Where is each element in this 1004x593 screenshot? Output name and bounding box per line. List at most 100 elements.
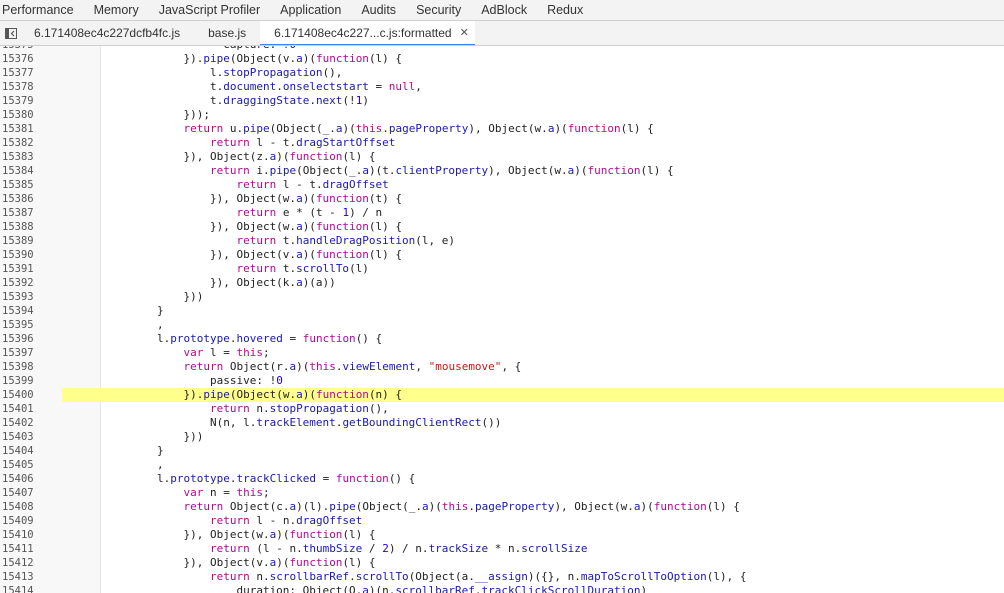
line-number[interactable]: 15405	[0, 458, 62, 472]
line-number[interactable]: 15398	[0, 360, 62, 374]
code-line[interactable]: 15404 }	[0, 444, 1004, 458]
panel-tab-application[interactable]: Application	[270, 0, 351, 20]
code-line[interactable]: 15391 return t.scrollTo(l)	[0, 262, 1004, 276]
code-line[interactable]: 15392 }), Object(k.a)(a))	[0, 276, 1004, 290]
line-number[interactable]: 15376	[0, 52, 62, 66]
code-line[interactable]: 15388 }), Object(w.a)(function(l) {	[0, 220, 1004, 234]
code-editor[interactable]: 15375 capture: !015376 }).pipe(Object(v.…	[0, 46, 1004, 593]
line-number[interactable]: 15397	[0, 346, 62, 360]
code-line[interactable]: 15382 return l - t.dragStartOffset	[0, 136, 1004, 150]
code-text: t.document.onselectstart = null,	[104, 80, 422, 93]
code-line[interactable]: 15397 var l = this;	[0, 346, 1004, 360]
code-line[interactable]: 15377 l.stopPropagation(),	[0, 66, 1004, 80]
file-tab[interactable]: 6.171408ec4c227...c.js:formatted ✕	[260, 21, 475, 45]
line-number[interactable]: 15388	[0, 220, 62, 234]
code-line[interactable]: 15387 return e * (t - 1) / n	[0, 206, 1004, 220]
line-number[interactable]: 15391	[0, 262, 62, 276]
code-text: }));	[104, 108, 210, 121]
line-number[interactable]: 15378	[0, 80, 62, 94]
code-line[interactable]: 15393 }))	[0, 290, 1004, 304]
file-tab[interactable]: base.js	[194, 21, 260, 45]
code-line[interactable]: 15411 return (l - n.thumbSize / 2) / n.t…	[0, 542, 1004, 556]
line-number[interactable]: 15383	[0, 150, 62, 164]
code-line[interactable]: 15400 }).pipe(Object(w.a)(function(n) {	[0, 388, 1004, 402]
code-line[interactable]: 15394 }	[0, 304, 1004, 318]
line-number[interactable]: 15414	[0, 584, 62, 593]
line-number[interactable]: 15413	[0, 570, 62, 584]
code-line[interactable]: 15414 duration: Object(O.a)(n.scrollbarR…	[0, 584, 1004, 593]
file-tab[interactable]: 6.171408ec4c227dcfb4fc.js	[20, 21, 194, 45]
code-line[interactable]: 15413 return n.scrollbarRef.scrollTo(Obj…	[0, 570, 1004, 584]
panel-tab-memory[interactable]: Memory	[84, 0, 149, 20]
code-line[interactable]: 15380 }));	[0, 108, 1004, 122]
code-line[interactable]: 15386 }), Object(w.a)(function(t) {	[0, 192, 1004, 206]
line-number[interactable]: 15409	[0, 514, 62, 528]
line-number[interactable]: 15406	[0, 472, 62, 486]
line-number[interactable]: 15399	[0, 374, 62, 388]
line-number[interactable]: 15396	[0, 332, 62, 346]
panel-tab-redux[interactable]: Redux	[537, 0, 593, 20]
code-text: return t.scrollTo(l)	[236, 262, 369, 275]
line-number[interactable]: 15404	[0, 444, 62, 458]
code-line[interactable]: 15410 }), Object(w.a)(function(l) {	[0, 528, 1004, 542]
code-line[interactable]: 15384 return i.pipe(Object(_.a)(t.client…	[0, 164, 1004, 178]
line-number[interactable]: 15379	[0, 94, 62, 108]
code-line[interactable]: 15379 t.draggingState.next(!1)	[0, 94, 1004, 108]
code-text: return Object(c.a)(l).pipe(Object(_.a)(t…	[183, 500, 740, 513]
line-number[interactable]: 15382	[0, 136, 62, 150]
code-line[interactable]: 15401 return n.stopPropagation(),	[0, 402, 1004, 416]
code-text: }), Object(z.a)(function(l) {	[104, 150, 376, 163]
line-number[interactable]: 15380	[0, 108, 62, 122]
line-number[interactable]: 15402	[0, 416, 62, 430]
line-number[interactable]: 15401	[0, 402, 62, 416]
code-line[interactable]: 15406 l.prototype.trackClicked = functio…	[0, 472, 1004, 486]
code-text: return e * (t - 1) / n	[236, 206, 383, 219]
panel-tab-adblock[interactable]: AdBlock	[471, 0, 537, 20]
line-number[interactable]: 15389	[0, 234, 62, 248]
code-line[interactable]: 15385 return l - t.dragOffset	[0, 178, 1004, 192]
code-line[interactable]: 15390 }), Object(v.a)(function(l) {	[0, 248, 1004, 262]
code-line[interactable]: 15378 t.document.onselectstart = null,	[0, 80, 1004, 94]
line-number[interactable]: 15395	[0, 318, 62, 332]
code-line[interactable]: 15402 N(n, l.trackElement.getBoundingCli…	[0, 416, 1004, 430]
line-number[interactable]: 15403	[0, 430, 62, 444]
line-number[interactable]: 15385	[0, 178, 62, 192]
code-line[interactable]: 15408 return Object(c.a)(l).pipe(Object(…	[0, 500, 1004, 514]
code-line[interactable]: 15407 var n = this;	[0, 486, 1004, 500]
line-number[interactable]: 15394	[0, 304, 62, 318]
close-tab-icon[interactable]: ✕	[460, 26, 469, 39]
line-number[interactable]: 15393	[0, 290, 62, 304]
code-line[interactable]: 15398 return Object(r.a)(this.viewElemen…	[0, 360, 1004, 374]
line-number[interactable]: 15390	[0, 248, 62, 262]
panel-tab-security[interactable]: Security	[406, 0, 471, 20]
line-number[interactable]: 15387	[0, 206, 62, 220]
line-number[interactable]: 15392	[0, 276, 62, 290]
line-number[interactable]: 15384	[0, 164, 62, 178]
line-number[interactable]: 15400	[0, 388, 62, 402]
toggle-navigator-icon[interactable]	[0, 21, 20, 45]
line-number[interactable]: 15412	[0, 556, 62, 570]
line-number[interactable]: 15408	[0, 500, 62, 514]
code-line[interactable]: 15409 return l - n.dragOffset	[0, 514, 1004, 528]
code-line[interactable]: 15376 }).pipe(Object(v.a)(function(l) {	[0, 52, 1004, 66]
code-line[interactable]: 15399 passive: !0	[0, 374, 1004, 388]
line-number[interactable]: 15407	[0, 486, 62, 500]
code-line[interactable]: 15396 l.prototype.hovered = function() {	[0, 332, 1004, 346]
panel-tab-performance[interactable]: Performance	[0, 0, 84, 20]
line-number[interactable]: 15381	[0, 122, 62, 136]
panel-tab-audits[interactable]: Audits	[351, 0, 406, 20]
code-text: return (l - n.thumbSize / 2) / n.trackSi…	[209, 542, 588, 555]
panel-tab-javascript-profiler[interactable]: JavaScript Profiler	[149, 0, 270, 20]
code-line[interactable]: 15412 }), Object(v.a)(function(l) {	[0, 556, 1004, 570]
code-line[interactable]: 15389 return t.handleDragPosition(l, e)	[0, 234, 1004, 248]
line-number[interactable]: 15386	[0, 192, 62, 206]
code-line[interactable]: 15395 ,	[0, 318, 1004, 332]
line-number[interactable]: 15411	[0, 542, 62, 556]
code-line[interactable]: 15405 ,	[0, 458, 1004, 472]
line-number[interactable]: 15377	[0, 66, 62, 80]
code-text: }).pipe(Object(w.a)(function(n) {	[104, 388, 403, 401]
line-number[interactable]: 15410	[0, 528, 62, 542]
code-line[interactable]: 15383 }), Object(z.a)(function(l) {	[0, 150, 1004, 164]
code-line[interactable]: 15381 return u.pipe(Object(_.a)(this.pag…	[0, 122, 1004, 136]
code-line[interactable]: 15403 }))	[0, 430, 1004, 444]
